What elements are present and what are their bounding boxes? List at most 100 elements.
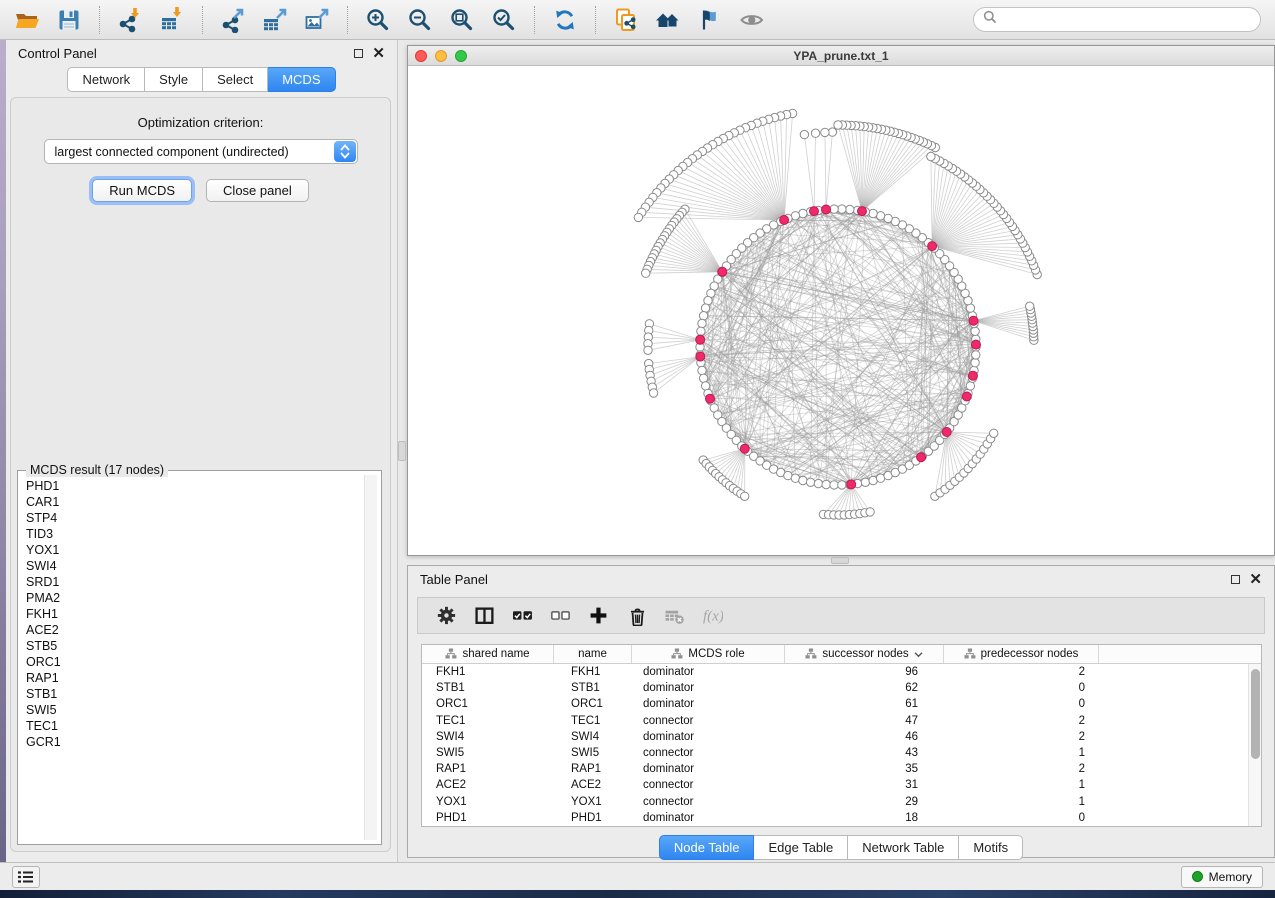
table-row-ACE2[interactable]: ACE2ACE2connector311	[422, 777, 1261, 793]
window-zoom-icon[interactable]	[455, 50, 467, 62]
cell[interactable]: YOX1	[554, 794, 632, 810]
cell[interactable]: 18	[785, 810, 944, 826]
zoom-fit-icon[interactable]	[445, 4, 479, 36]
vertical-splitter-handle[interactable]	[398, 441, 406, 461]
table-row-PHD1[interactable]: PHD1PHD1dominator180	[422, 810, 1261, 826]
table-scrollbar[interactable]	[1248, 664, 1261, 826]
cell[interactable]: 61	[785, 696, 944, 712]
column-header-successor-nodes[interactable]: successor nodes	[785, 645, 944, 663]
table-row-TEC1[interactable]: TEC1TEC1connector472	[422, 713, 1261, 729]
deselect-all-rows-icon[interactable]	[542, 606, 580, 626]
window-close-icon[interactable]	[415, 50, 427, 62]
tab-select[interactable]: Select	[203, 67, 268, 92]
network-window-titlebar[interactable]: YPA_prune.txt_1	[408, 46, 1274, 66]
zoom-selected-icon[interactable]	[487, 4, 521, 36]
save-session-icon[interactable]	[52, 4, 86, 36]
mcds-result-item[interactable]: SWI4	[26, 558, 363, 574]
cell[interactable]: 46	[785, 729, 944, 745]
cell[interactable]: 2	[944, 761, 1099, 777]
cell[interactable]: connector	[632, 777, 785, 793]
cell[interactable]: TEC1	[422, 713, 554, 729]
mcds-result-item[interactable]: PHD1	[26, 478, 363, 494]
mcds-result-item[interactable]: STB1	[26, 686, 363, 702]
cell[interactable]: SWI4	[422, 729, 554, 745]
mcds-result-item[interactable]: CAR1	[26, 494, 363, 510]
tab-network-table[interactable]: Network Table	[848, 835, 959, 860]
show-columns-icon[interactable]	[466, 606, 504, 626]
cell[interactable]: 1	[944, 777, 1099, 793]
column-header-MCDS-role[interactable]: MCDS role	[632, 645, 785, 663]
cell[interactable]: 31	[785, 777, 944, 793]
cell[interactable]: 47	[785, 713, 944, 729]
column-header-name[interactable]: name	[554, 645, 632, 663]
cell[interactable]: 43	[785, 745, 944, 761]
export-image-icon[interactable]	[300, 4, 334, 36]
tab-network[interactable]: Network	[67, 67, 145, 92]
cell[interactable]: 2	[944, 664, 1099, 680]
import-network-icon[interactable]	[113, 4, 147, 36]
network-overview-icon[interactable]	[651, 4, 685, 36]
cell[interactable]: 2	[944, 729, 1099, 745]
column-header-shared-name[interactable]: shared name	[422, 645, 554, 663]
cell[interactable]: dominator	[632, 664, 785, 680]
close-panel-button[interactable]: Close panel	[206, 179, 309, 202]
search-box[interactable]	[973, 7, 1261, 32]
export-table-icon[interactable]	[258, 4, 292, 36]
mcds-result-item[interactable]: SRD1	[26, 574, 363, 590]
tab-edge-table[interactable]: Edge Table	[754, 835, 848, 860]
show-graphics-details-icon[interactable]	[735, 4, 769, 36]
mcds-result-item[interactable]: PMA2	[26, 590, 363, 606]
cell[interactable]: connector	[632, 745, 785, 761]
cell[interactable]: connector	[632, 794, 785, 810]
mcds-list-scrollbar[interactable]	[364, 475, 377, 840]
mcds-result-item[interactable]: GCR1	[26, 734, 363, 750]
tab-mcds[interactable]: MCDS	[268, 67, 335, 92]
cell[interactable]: dominator	[632, 680, 785, 696]
cell[interactable]: ORC1	[554, 696, 632, 712]
cell[interactable]: RAP1	[554, 761, 632, 777]
cell[interactable]: dominator	[632, 729, 785, 745]
task-history-button[interactable]	[12, 866, 40, 888]
mcds-result-item[interactable]: TEC1	[26, 718, 363, 734]
tab-node-table[interactable]: Node Table	[659, 835, 755, 860]
cell[interactable]: 62	[785, 680, 944, 696]
cell[interactable]: dominator	[632, 761, 785, 777]
cell[interactable]: connector	[632, 713, 785, 729]
mcds-result-item[interactable]: ACE2	[26, 622, 363, 638]
table-panel-float-icon[interactable]	[1231, 575, 1240, 584]
cell[interactable]: 29	[785, 794, 944, 810]
table-row-FKH1[interactable]: FKH1FKH1dominator962	[422, 664, 1261, 680]
cell[interactable]: TEC1	[554, 713, 632, 729]
cell[interactable]: FKH1	[554, 664, 632, 680]
mcds-result-item[interactable]: RAP1	[26, 670, 363, 686]
cell[interactable]: ORC1	[422, 696, 554, 712]
mcds-result-item[interactable]: SWI5	[26, 702, 363, 718]
table-row-YOX1[interactable]: YOX1YOX1connector291	[422, 794, 1261, 810]
column-header-predecessor-nodes[interactable]: predecessor nodes	[944, 645, 1099, 663]
cell[interactable]: STB1	[422, 680, 554, 696]
cell[interactable]: ACE2	[554, 777, 632, 793]
export-network-icon[interactable]	[216, 4, 250, 36]
tab-motifs[interactable]: Motifs	[959, 835, 1023, 860]
cell[interactable]: 1	[944, 745, 1099, 761]
cell[interactable]: 1	[944, 794, 1099, 810]
import-table-icon[interactable]	[155, 4, 189, 36]
zoom-in-icon[interactable]	[361, 4, 395, 36]
table-row-STB1[interactable]: STB1STB1dominator620	[422, 680, 1261, 696]
zoom-out-icon[interactable]	[403, 4, 437, 36]
window-minimize-icon[interactable]	[435, 50, 447, 62]
add-column-icon[interactable]	[580, 606, 618, 626]
refresh-icon[interactable]	[548, 4, 582, 36]
cell[interactable]: SWI5	[554, 745, 632, 761]
mcds-result-item[interactable]: STB5	[26, 638, 363, 654]
table-row-SWI4[interactable]: SWI4SWI4dominator462	[422, 729, 1261, 745]
cell[interactable]: SWI5	[422, 745, 554, 761]
cell[interactable]: STB1	[554, 680, 632, 696]
cell[interactable]: RAP1	[422, 761, 554, 777]
table-row-RAP1[interactable]: RAP1RAP1dominator352	[422, 761, 1261, 777]
cell[interactable]: dominator	[632, 810, 785, 826]
select-all-rows-icon[interactable]	[504, 606, 542, 626]
run-mcds-button[interactable]: Run MCDS	[92, 179, 192, 202]
horizontal-splitter-handle[interactable]	[831, 557, 849, 564]
cell[interactable]: PHD1	[422, 810, 554, 826]
